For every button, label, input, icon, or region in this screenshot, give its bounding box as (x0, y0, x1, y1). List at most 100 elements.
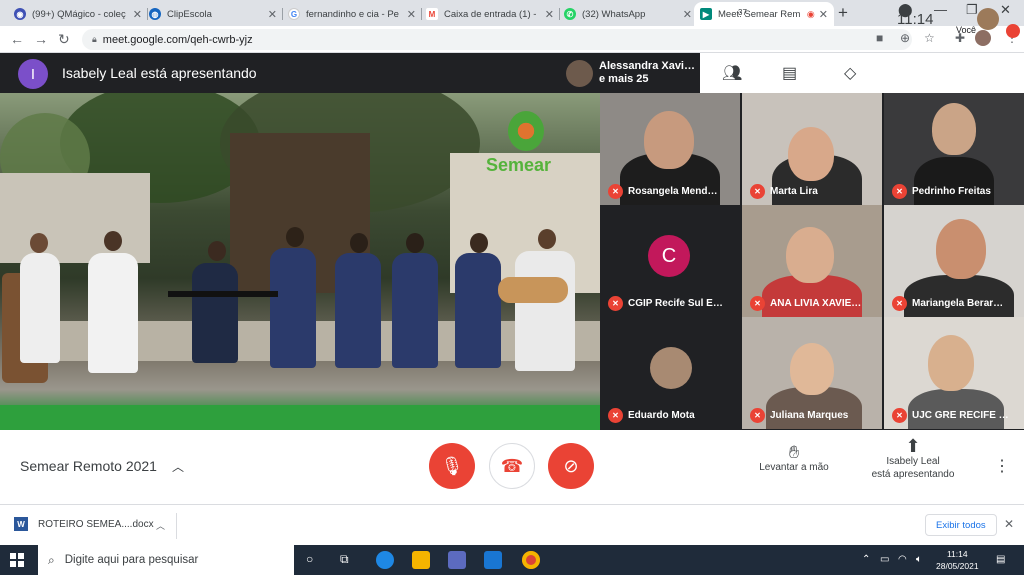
meeting-name[interactable]: Semear Remoto 2021 (20, 458, 157, 474)
network-icon[interactable]: ▭ (880, 554, 889, 565)
file-explorer-icon[interactable] (412, 551, 430, 569)
participant-tile[interactable]: ✕ Juliana Marques (742, 317, 882, 429)
volume-icon[interactable]: 🔈︎ (916, 554, 922, 565)
mic-off-icon: 🎙︎ (440, 455, 464, 476)
close-icon[interactable]: ✕ (545, 8, 554, 21)
presentation-video: Semear (0, 93, 600, 430)
new-tab-button[interactable]: + (838, 3, 848, 23)
participant-name: Mariangela Berar… (912, 298, 1004, 309)
camera-icon[interactable]: ■ (876, 31, 883, 45)
participant-name: UJC GRE RECIFE … (912, 410, 1009, 421)
mic-off-icon: ✕ (892, 184, 907, 199)
minimize-button[interactable]: — (934, 2, 947, 17)
mic-off-icon: ✕ (892, 296, 907, 311)
downloads-bar: W ROTEIRO SEMEA....docx ︿ Exibir todos ✕ (0, 504, 1024, 545)
present-icon: ⬆︎ (905, 436, 921, 456)
meet-control-bar: Semear Remoto 2021 ︿ 🎙︎ ☎︎ ⊘ ✋︎ Levantar… (0, 430, 1024, 504)
cortana-icon[interactable]: ○ (306, 552, 313, 566)
tab-meet[interactable]: ▶ Meet: Semear Rem ◉ ✕ (694, 2, 834, 26)
system-clock[interactable]: 11:14 28/05/2021 (936, 548, 979, 572)
participant-tile[interactable]: ✕ Pedrinho Freitas (884, 93, 1024, 205)
camera-toggle-button[interactable]: ⊘ (548, 443, 594, 489)
chrome-icon[interactable] (522, 551, 540, 569)
tab-title: (99+) QMágico - coleç (32, 8, 126, 20)
participant-name: Juliana Marques (770, 410, 849, 421)
mic-off-icon: ✕ (892, 408, 907, 423)
participant-tile[interactable]: ✕ Marta Lira (742, 93, 882, 205)
presenter-avatar: I (18, 59, 48, 89)
browser-tab-strip: ◉ (99+) QMágico - coleç ✕ ◍ ClipEscola ✕… (0, 0, 1024, 26)
participant-tile[interactable]: C ✕ CGIP Recife Sul E… (600, 205, 740, 317)
lock-icon: 🔒︎ (92, 34, 97, 44)
people-icon[interactable]: 👥︎ (722, 63, 742, 83)
reload-icon[interactable]: ↻ (58, 31, 70, 48)
self-avatar (977, 8, 999, 30)
clipescola-icon: ◍ (149, 8, 161, 20)
tab-title: ClipEscola (167, 8, 212, 20)
tab-whatsapp[interactable]: ✆ (32) WhatsApp ✕ (558, 2, 698, 26)
clock-date: 28/05/2021 (936, 561, 979, 571)
participant-tile[interactable]: ✕ ANA LIVIA XAVIE… (742, 205, 882, 317)
close-icon[interactable]: ✕ (683, 8, 692, 21)
close-icon[interactable]: ✕ (1004, 517, 1014, 531)
wifi-icon[interactable]: ◠ (898, 554, 907, 565)
taskbar-search-input[interactable]: ⌕ Digite aqui para pesquisar (38, 545, 294, 575)
restore-button[interactable]: ❐ (966, 2, 978, 18)
profile-avatar[interactable] (975, 30, 991, 46)
close-icon[interactable]: ✕ (407, 8, 416, 21)
store-icon[interactable] (448, 551, 466, 569)
chevron-up-icon[interactable]: ︿ (172, 458, 184, 475)
tab-title: Meet: Semear Rem (718, 8, 801, 20)
download-filename: ROTEIRO SEMEA....docx (38, 518, 154, 530)
participant-tile[interactable]: ✕ Mariangela Berar… (884, 205, 1024, 317)
back-icon[interactable]: ← (10, 31, 24, 47)
more-options-icon[interactable]: ⋮ (994, 456, 1010, 476)
close-window-button[interactable]: ✕ (1000, 2, 1011, 18)
taskbar: ⌕ Digite aqui para pesquisar ○ ⧉ ⌃ ▭ ◠ 🔈… (0, 545, 1024, 575)
pinned-participant[interactable]: Alessandra Xavi… e mais 25 (560, 53, 700, 93)
url-field[interactable]: 🔒︎ meet.google.com/qeh-cwrb-yjz (82, 29, 912, 50)
task-view-icon[interactable]: ⧉ (340, 552, 349, 567)
present-now-button[interactable]: ⬆︎ Isabely Leal está apresentando (860, 436, 966, 481)
avatar (650, 347, 692, 389)
meeting-time: 11:14 (897, 11, 934, 28)
leave-call-button[interactable]: ☎︎ (489, 443, 535, 489)
participant-name: Eduardo Mota (628, 410, 695, 421)
zoom-icon[interactable]: ⊕ (900, 31, 910, 45)
notifications-icon[interactable]: ▤ (996, 554, 1005, 565)
tab-google-search[interactable]: G fernandinho e cia - Pe ✕ (282, 2, 422, 26)
activities-icon[interactable]: ◇ (844, 63, 856, 83)
gmail-icon: M (426, 8, 438, 20)
mail-icon[interactable] (484, 551, 502, 569)
mic-off-icon: ✕ (750, 408, 765, 423)
edge-icon[interactable] (376, 551, 394, 569)
logo-text: Semear (486, 155, 552, 175)
windows-start-icon[interactable] (10, 553, 24, 567)
clock-time: 11:14 (946, 549, 968, 559)
google-icon: G (288, 8, 300, 20)
tab-gmail[interactable]: M Caixa de entrada (1) - ✕ (420, 2, 560, 26)
grass-strip (0, 405, 600, 430)
qmagico-icon: ◉ (14, 8, 26, 20)
participant-tile[interactable]: ✕ Rosangela Mend… (600, 93, 740, 205)
close-icon[interactable]: ✕ (133, 8, 142, 21)
avatar: C (648, 235, 690, 277)
participant-tile[interactable]: ✕ UJC GRE RECIFE … (884, 317, 1024, 429)
star-icon[interactable]: ☆ (924, 31, 935, 45)
raise-hand-button[interactable]: ✋︎ Levantar a mão (752, 442, 836, 474)
tray-chevron-icon[interactable]: ⌃ (862, 554, 870, 565)
tab-clipescola[interactable]: ◍ ClipEscola ✕ (143, 2, 283, 26)
participant-name: Rosangela Mend… (628, 186, 718, 197)
show-all-button[interactable]: Exibir todos (925, 514, 997, 536)
download-item[interactable]: W ROTEIRO SEMEA....docx (14, 517, 154, 531)
mic-toggle-button[interactable]: 🎙︎ (429, 443, 475, 489)
close-icon[interactable]: ✕ (819, 8, 828, 21)
search-placeholder: Digite aqui para pesquisar (64, 554, 199, 566)
close-icon[interactable]: ✕ (268, 8, 277, 21)
participant-tile[interactable]: ✕ Eduardo Mota (600, 317, 740, 429)
chat-icon[interactable]: ▤ (782, 63, 797, 83)
forward-icon[interactable]: → (34, 31, 48, 47)
chevron-up-icon[interactable]: ︿ (156, 519, 165, 532)
tab-qmagico[interactable]: ◉ (99+) QMágico - coleç ✕ (8, 2, 148, 26)
hand-icon: ✋︎ (788, 442, 800, 462)
